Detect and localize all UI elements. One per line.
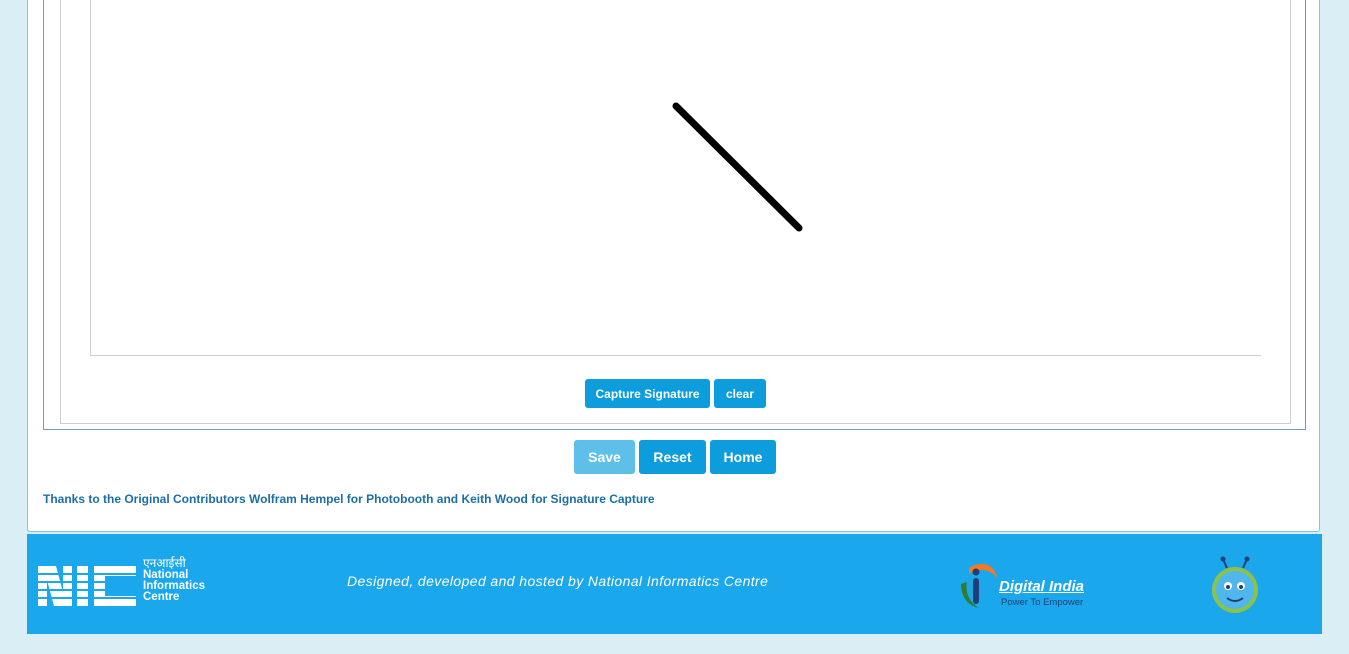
- nic-logo[interactable]: एनआईसी National Informatics Centre: [37, 556, 217, 610]
- signature-section: [43, 0, 1306, 430]
- digital-india-logo[interactable]: Digital India Power To Empower: [955, 558, 1095, 610]
- reset-button[interactable]: Reset: [639, 440, 706, 474]
- footer-credit-text: Designed, developed and hosted by Nation…: [347, 573, 769, 589]
- main-panel: Capture Signature clear Save Reset Home …: [27, 0, 1320, 532]
- signature-stroke: [672, 102, 803, 232]
- signature-box: [60, 0, 1291, 424]
- nic-logo-text: एनआईसी National Informatics Centre: [143, 556, 205, 603]
- footer: एनआईसी National Informatics Centre Desig…: [27, 534, 1322, 634]
- home-button[interactable]: Home: [710, 440, 776, 474]
- signature-canvas[interactable]: [90, 0, 1261, 356]
- digital-india-tagline: Power To Empower: [1001, 597, 1084, 608]
- save-button[interactable]: Save: [574, 440, 635, 474]
- capture-signature-button[interactable]: Capture Signature: [585, 379, 710, 408]
- digital-india-title: Digital India: [999, 578, 1085, 595]
- credits-text: Thanks to the Original Contributors Wolf…: [43, 492, 655, 506]
- clear-signature-button[interactable]: clear: [714, 379, 766, 408]
- digital-india-emblem-icon: [961, 563, 997, 608]
- nic-letters-icon: [37, 566, 137, 606]
- mascot-icon: [1212, 556, 1258, 613]
